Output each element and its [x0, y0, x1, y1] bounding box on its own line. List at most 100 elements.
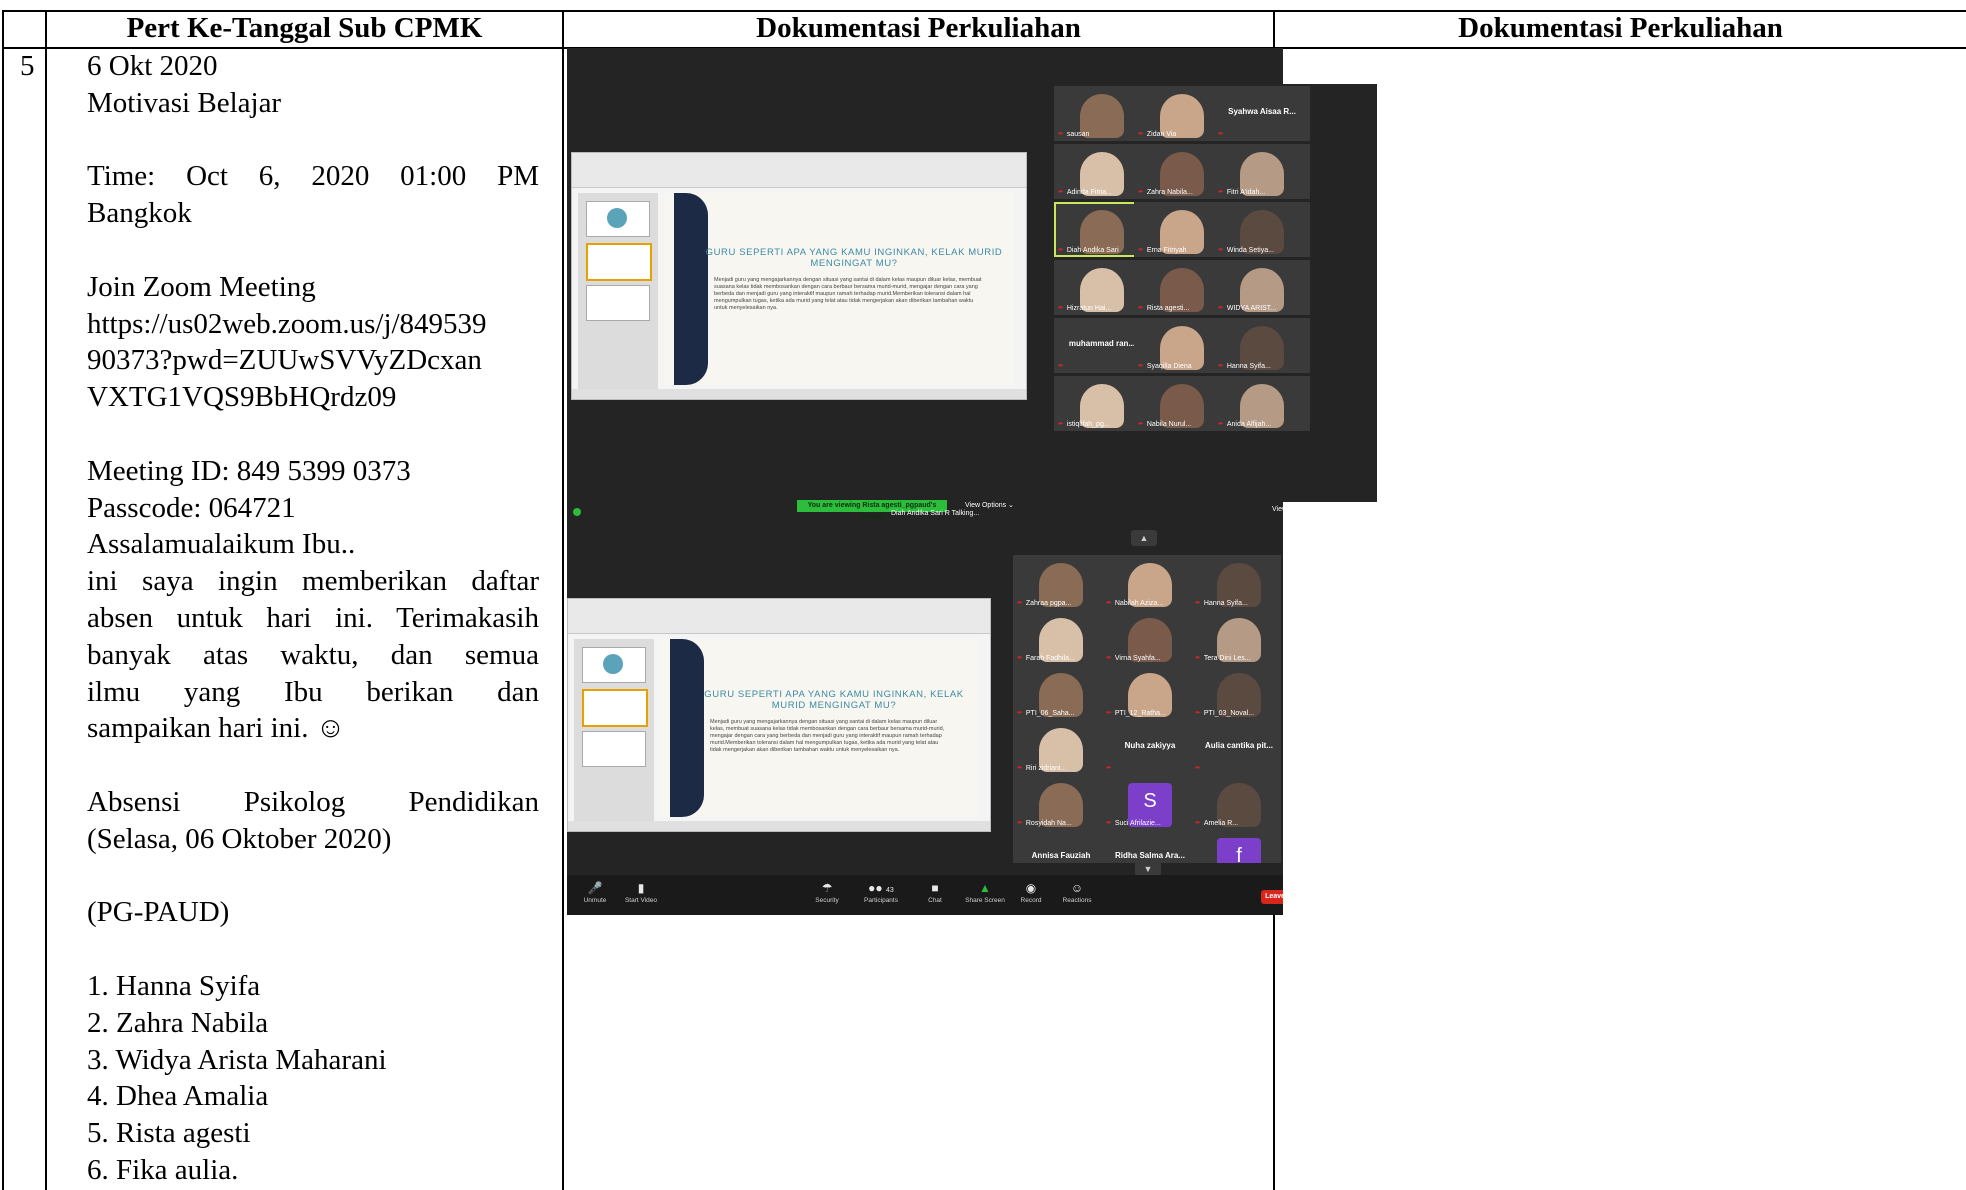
avatar-letter: S	[1143, 790, 1157, 812]
attendee-5: 5. Rista agesti	[87, 1117, 251, 1150]
participant-tile[interactable]: S Suci Afrilazie...	[1102, 775, 1198, 830]
participant-name: sausan	[1058, 130, 1090, 138]
reactions-button[interactable]: ☺ Reactions	[1049, 881, 1105, 904]
participants-button[interactable]: ●● 43 Participants	[853, 881, 909, 904]
col-border-1	[45, 10, 47, 1190]
participant-tile[interactable]: Hanna Syifa...	[1214, 318, 1310, 373]
participant-name: Anida Alfijah...	[1218, 420, 1271, 428]
participant-name-center: Annisa Fauziah	[1031, 851, 1091, 860]
meeting-id: Meeting ID: 849 5399 0373	[87, 454, 411, 487]
zoom-link-line-1[interactable]: https://us02web.zoom.us/j/849539	[87, 306, 539, 343]
security-shield-icon	[573, 508, 581, 516]
participant-tile[interactable]: Annisa Fauziah	[1013, 830, 1109, 863]
participant-tile[interactable]: Amelia R...	[1191, 775, 1281, 830]
gallery-up-arrow[interactable]: ▲	[1131, 530, 1157, 546]
participant-name	[1218, 130, 1227, 138]
participant-name: PTI_03_Noval...	[1195, 709, 1254, 717]
slide-title-bottom: GURU SEPERTI APA YANG KAMU INGINKAN, KEL…	[704, 689, 964, 711]
view-button[interactable]: View	[1272, 504, 1283, 516]
participant-tile[interactable]: Nuha zakiyya	[1102, 720, 1198, 775]
meeting-timezone: Bangkok	[87, 197, 192, 230]
participant-tile[interactable]: Syahwa Aisaa R...	[1214, 86, 1310, 141]
participant-name: Nabilah Aziza...	[1106, 599, 1163, 607]
zoom-link-line-3[interactable]: VXTG1VQS9BbHQrdz09	[87, 379, 539, 416]
meeting-time: Time: Oct 6, 2020 01:00 PM	[87, 160, 539, 193]
slide-canvas: GURU SEPERTI APA YANG KAMU INGINKAN, KEL…	[664, 193, 1014, 385]
powerpoint-ribbon	[572, 153, 1026, 188]
program-label: (PG-PAUD)	[87, 896, 230, 929]
participant-name: Hanna Syifa...	[1218, 362, 1271, 370]
col-border-2	[562, 10, 564, 1190]
join-zoom-label: Join Zoom Meeting	[87, 270, 316, 303]
security-button[interactable]: ☂ Security	[799, 881, 855, 904]
participant-name: Amelia R...	[1195, 819, 1238, 827]
attendee-2: 2. Zahra Nabila	[87, 1006, 269, 1039]
shared-slide-bottom: GURU SEPERTI APA YANG KAMU INGINKAN, KEL…	[567, 598, 991, 832]
attendee-1: 1. Hanna Syifa	[87, 969, 261, 1002]
participant-tile[interactable]: Virna Syahfa...	[1102, 610, 1198, 665]
participant-tile[interactable]: PTI_12_Ratha...	[1102, 665, 1198, 720]
participant-name: Riri zidriani...	[1017, 764, 1066, 772]
participant-name: Hanna Syifa...	[1195, 599, 1248, 607]
participant-tile[interactable]: Zahraa pgpa...	[1013, 555, 1109, 610]
participant-tile[interactable]: WIDYA ARIST...	[1214, 260, 1310, 315]
zoom-toolbar: 🎤 Unmute ▮ Start Video ☂ Security ●● 43 Part…	[567, 875, 1283, 915]
row-number: 5	[20, 50, 35, 82]
reactions-icon: ☺	[1070, 881, 1084, 895]
participant-tile[interactable]: Ridha Salma Ara...	[1102, 830, 1198, 863]
slide-thumbnails	[578, 193, 658, 389]
participants-icon: ●● 43	[868, 881, 894, 895]
participant-tile[interactable]: Tera Dini Les...	[1191, 610, 1281, 665]
attendee-4: 4. Dhea Amalia	[87, 1080, 269, 1113]
zoom-link-line-2[interactable]: 90373?pwd=ZUUwSVVyZDcxan	[87, 342, 539, 379]
participant-name: Zahra Nabila...	[1138, 188, 1193, 196]
participant-name-center: Nuha zakiyya	[1124, 741, 1176, 750]
participant-name-center: Aulia cantika pit...	[1204, 741, 1273, 750]
message-line-2: absen untuk hari ini. Terimakasih	[87, 601, 539, 634]
participant-tile[interactable]: Winda Setiya...	[1214, 202, 1310, 257]
participant-tile[interactable]: Aulia cantika pit...	[1191, 720, 1281, 775]
participant-name: Syaqilla Diena	[1138, 362, 1192, 370]
chat-button[interactable]: ■ Chat	[907, 881, 963, 904]
avatar-letter: f	[1236, 845, 1242, 863]
slide-body-bottom: Menjadi guru yang mengajarkannya dengan …	[710, 719, 945, 753]
participant-tile[interactable]: ffika aulia	[1191, 830, 1281, 863]
participant-name	[1195, 764, 1204, 772]
participant-tile[interactable]: Nabilah Aziza...	[1102, 555, 1198, 610]
message-line-4: ilmu yang Ibu berikan dan	[87, 675, 539, 708]
start-video-button[interactable]: ▮ Start Video	[613, 881, 669, 904]
participant-name: Hizratun Hai...	[1058, 304, 1111, 312]
participant-name: Rista agesti...	[1138, 304, 1189, 312]
session-details: 6 Okt 2020 Motivasi Belajar Time: Oct 6,…	[87, 48, 539, 1189]
participant-name: Fitri A'idah...	[1218, 188, 1265, 196]
leave-button[interactable]: Leave	[1261, 890, 1283, 904]
participant-tile[interactable]: PTI_06_Saha...	[1013, 665, 1109, 720]
participant-name: Adinda Fitria...	[1058, 188, 1112, 196]
participant-tile[interactable]: PTI_03_Noval...	[1191, 665, 1281, 720]
participant-name: Virna Syahfa...	[1106, 654, 1161, 662]
participant-tile[interactable]: Anida Alfijah...	[1214, 376, 1310, 431]
participant-name: Rosyidah Na...	[1017, 819, 1072, 827]
participant-name: WIDYA ARIST...	[1218, 304, 1276, 312]
shield-icon: ☂	[821, 881, 833, 895]
header-dokumentasi-2: Dokumentasi Perkuliahan	[1458, 12, 1783, 44]
slide-title: GURU SEPERTI APA YANG KAMU INGINKAN, KEL…	[705, 247, 1003, 269]
participant-name	[1106, 764, 1115, 772]
participant-name: Nabila Nurul...	[1138, 420, 1191, 428]
participant-name: PTI_12_Ratha...	[1106, 709, 1166, 717]
greeting: Assalamualaikum Ibu..	[87, 528, 356, 561]
participant-name-center: Syahwa Aisaa R...	[1228, 107, 1296, 116]
participant-tile[interactable]: Riri zidriani...	[1013, 720, 1109, 775]
message-line-5: sampaikan hari ini. ☺	[87, 712, 346, 745]
participant-tile[interactable]: Hanna Syifa...	[1191, 555, 1281, 610]
participant-tile[interactable]: Rosyidah Na...	[1013, 775, 1109, 830]
participant-tile[interactable]: Farah Fadhila...	[1013, 610, 1109, 665]
participant-name-center: Ridha Salma Ara...	[1115, 851, 1185, 860]
participant-tile[interactable]: Fitri A'idah...	[1214, 144, 1310, 199]
participant-name: Diah Andika Sari	[1058, 246, 1119, 254]
participant-name: Erna Fitriyah	[1138, 246, 1187, 254]
absensi-title: Absensi Psikolog Pendidikan	[87, 785, 539, 818]
camera-icon: ▮	[637, 881, 645, 895]
message-line-3: banyak atas waktu, dan semua	[87, 638, 539, 671]
participant-name: Zahraa pgpa...	[1017, 599, 1072, 607]
